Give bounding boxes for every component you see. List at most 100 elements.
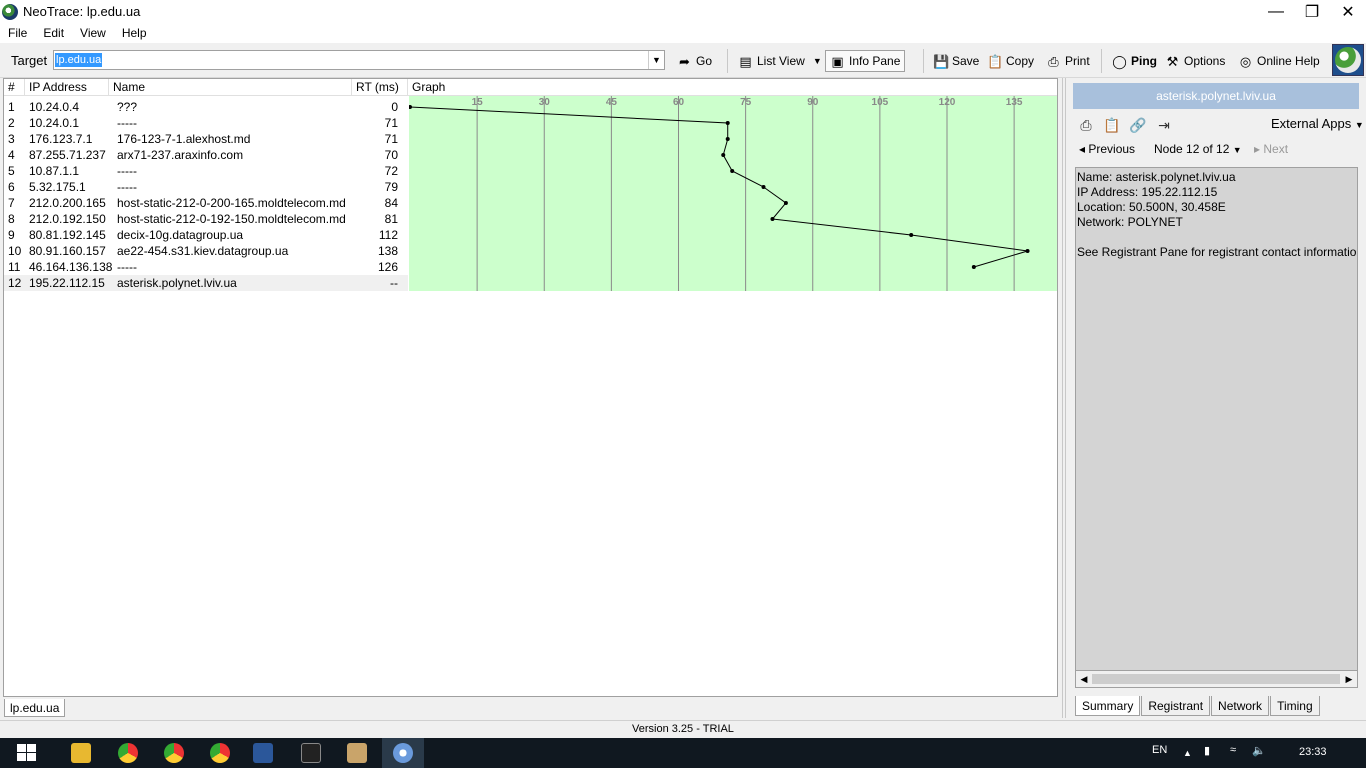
node-select[interactable]: Node 12 of 12 ▼ <box>1154 142 1242 156</box>
table-row[interactable]: 9 80.81.192.145 decix-10g.datagroup.ua 112 <box>4 227 408 243</box>
language-indicator[interactable]: EN <box>1152 744 1167 756</box>
chrome-icon[interactable] <box>210 743 230 763</box>
options-button[interactable]: ⚒ Options <box>1165 50 1226 72</box>
hop-point[interactable] <box>761 185 766 189</box>
hop-point[interactable] <box>909 233 914 237</box>
go-label: Go <box>696 54 713 68</box>
hop-point[interactable] <box>971 265 976 269</box>
node-header: asterisk.polynet.lviv.ua <box>1073 83 1359 109</box>
copy-button[interactable]: 📋 Copy <box>987 50 1034 72</box>
battery-icon[interactable]: ▮ <box>1204 744 1210 757</box>
next-button[interactable]: ▸ Next <box>1254 142 1288 156</box>
table-row[interactable]: 1 10.24.0.4??? 0 <box>4 99 408 115</box>
neotrace-icon <box>393 743 413 763</box>
hop-number-cell: 8 <box>8 212 15 226</box>
print-icon[interactable]: ⎙ <box>1077 116 1095 134</box>
restore-button[interactable]: ❐ <box>1294 0 1330 23</box>
table-row[interactable]: 10 80.91.160.157 ae22-454.s31.kiev.datagro… <box>4 243 408 259</box>
go-button[interactable]: ➦ Go <box>677 50 712 72</box>
clock[interactable]: 23:33 <box>1299 746 1327 758</box>
minimize-button[interactable]: — <box>1258 0 1294 23</box>
summary-line-location: Location: 50.500N, 30.458E <box>1077 200 1226 214</box>
menu-help[interactable]: Help <box>114 26 155 40</box>
menu-view[interactable]: View <box>72 26 114 40</box>
hop-point[interactable] <box>409 105 412 109</box>
clipboard-icon[interactable]: 📋 <box>1103 116 1121 134</box>
column-header-rt[interactable]: RT (ms) <box>352 79 408 96</box>
node-select-label: Node 12 of 12 <box>1154 142 1230 156</box>
hop-point[interactable] <box>725 121 730 125</box>
target-combobox[interactable]: lp.edu.ua ▼ <box>53 50 665 70</box>
close-button[interactable]: ✕ <box>1330 0 1366 23</box>
table-row[interactable]: 2 10.24.0.1 ----- 71 <box>4 115 408 131</box>
table-row[interactable]: 3 176.123.7.1 176-123-7-1.alexhost.md 71 <box>4 131 408 147</box>
target-input[interactable]: lp.edu.ua <box>55 53 103 67</box>
hop-point[interactable] <box>783 201 788 205</box>
chevron-down-icon[interactable]: ▼ <box>813 56 822 66</box>
tab-timing[interactable]: Timing <box>1270 696 1320 716</box>
list-view-button[interactable]: ▤ List View ▼ <box>738 50 822 72</box>
previous-button[interactable]: ◂ Previous <box>1079 142 1135 156</box>
volume-icon[interactable]: 🔈 <box>1252 744 1266 757</box>
hop-point[interactable] <box>725 137 730 141</box>
save-button[interactable]: 💾 Save <box>933 50 979 72</box>
table-row[interactable]: 7 212.0.200.165 host-static-212-0-200-165.… <box>4 195 408 211</box>
chevron-up-icon[interactable]: ▲ <box>1183 748 1192 758</box>
column-header-name[interactable]: Name <box>109 79 352 96</box>
table-row[interactable]: 11 46.164.136.138 ----- 126 <box>4 259 408 275</box>
round-trip-cell: 81 <box>384 212 398 226</box>
online-help-button[interactable]: ◎ Online Help <box>1238 50 1320 72</box>
paint-icon[interactable] <box>347 743 367 763</box>
next-label: Next <box>1263 142 1289 156</box>
tab-summary[interactable]: Summary <box>1075 696 1141 716</box>
hop-point[interactable] <box>721 153 726 157</box>
hop-point[interactable] <box>1025 249 1030 253</box>
table-row[interactable]: 8 212.0.192.150 host-static-212-0-192-150.… <box>4 211 408 227</box>
hop-number-cell: 6 <box>8 180 15 194</box>
table-row[interactable]: 4 87.255.71.237 arx71-237.araxinfo.com 70 <box>4 147 408 163</box>
hop-point[interactable] <box>730 169 735 173</box>
chrome-icon[interactable] <box>118 743 138 763</box>
print-icon: ⎙ <box>1048 53 1059 69</box>
tab-lp-edu-ua[interactable]: lp.edu.ua <box>4 699 66 717</box>
table-row[interactable]: 5 10.87.1.1 ----- 72 <box>4 163 408 179</box>
external-apps-button[interactable]: External Apps ▼ <box>1271 116 1364 131</box>
ping-icon: ◯ <box>1112 53 1127 69</box>
tab-network[interactable]: Network <box>1211 696 1270 716</box>
menu-edit[interactable]: Edit <box>35 26 72 40</box>
pane-splitter[interactable] <box>1062 78 1066 718</box>
print-button[interactable]: ⎙ Print <box>1046 50 1089 72</box>
save-icon: 💾 <box>933 53 950 69</box>
table-row[interactable]: 12 195.22.112.15 asterisk.polynet.lviv.ua -… <box>4 275 408 291</box>
horizontal-scrollbar[interactable]: ◀ ▶ <box>1075 671 1358 688</box>
hop-number-cell: 7 <box>8 196 15 210</box>
chrome-icon[interactable] <box>164 743 184 763</box>
tab-registrant[interactable]: Registrant <box>1141 696 1211 716</box>
scroll-right-icon[interactable]: ▶ <box>1341 671 1357 687</box>
wifi-icon[interactable]: ≈ <box>1230 744 1236 756</box>
hostname-cell: asterisk.polynet.lviv.ua <box>117 276 237 290</box>
neotrace-taskbar-button[interactable] <box>382 738 424 768</box>
word-icon[interactable] <box>253 743 273 763</box>
chevron-down-icon[interactable]: ▼ <box>648 51 664 69</box>
round-trip-cell: 0 <box>391 100 398 114</box>
windows-start-icon[interactable] <box>17 744 37 762</box>
menu-file[interactable]: File <box>0 26 35 40</box>
column-header-ip[interactable]: IP Address <box>25 79 109 96</box>
chevron-down-icon: ▼ <box>1232 145 1242 155</box>
command-prompt-icon[interactable] <box>301 743 321 763</box>
column-header-graph[interactable]: Graph <box>408 79 1057 96</box>
link-icon[interactable]: 🔗 <box>1129 116 1147 134</box>
summary-line-name: Name: asterisk.polynet.lviv.ua <box>1077 170 1236 184</box>
scroll-left-icon[interactable]: ◀ <box>1076 671 1092 687</box>
info-pane-button[interactable]: ▣ Info Pane <box>825 50 906 72</box>
table-row[interactable]: 6 5.32.175.1 ----- 79 <box>4 179 408 195</box>
ping-button[interactable]: ◯ Ping <box>1112 50 1157 72</box>
scrollbar-thumb[interactable] <box>1092 674 1340 684</box>
file-explorer-icon[interactable] <box>71 743 91 763</box>
column-header-number[interactable]: # <box>4 79 25 96</box>
ip-address-cell: 10.87.1.1 <box>29 164 80 178</box>
export-icon[interactable]: ⇥ <box>1155 116 1173 134</box>
hop-point[interactable] <box>770 217 775 221</box>
options-tools-icon: ⚒ <box>1166 53 1179 69</box>
